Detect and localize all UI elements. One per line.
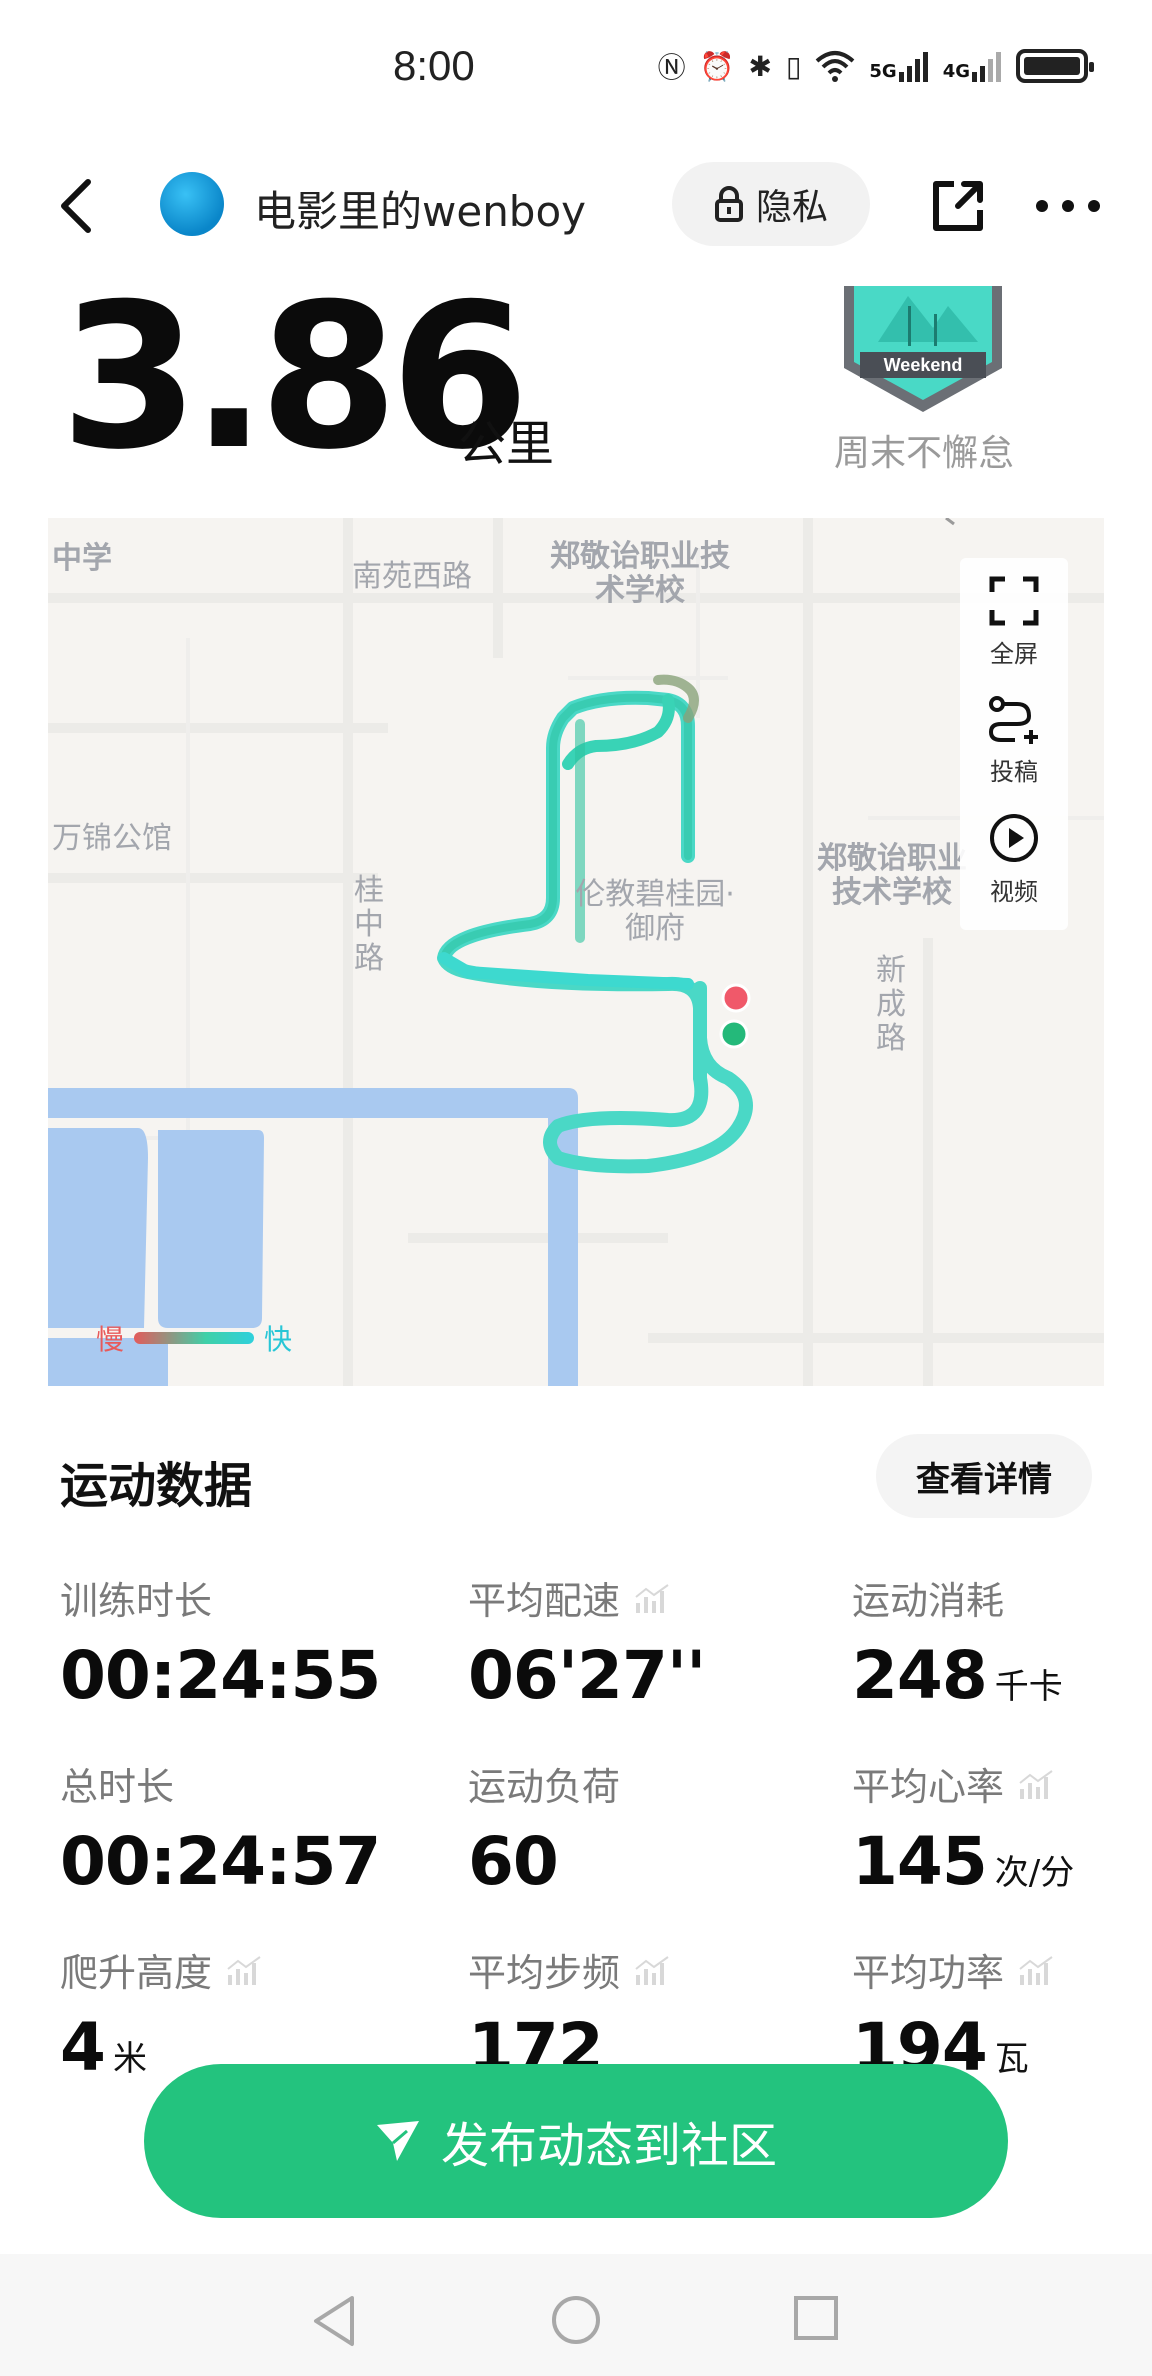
top-bar: 电影里的wenboy 隐私	[0, 150, 1152, 260]
stat-unit: 次/分	[994, 1853, 1075, 1893]
stat-label: 总时长	[60, 1765, 175, 1809]
back-triangle-icon[interactable]	[310, 2294, 360, 2348]
status-icons: Ⓝ ⏰ ✱ ▯ 5G 4G	[657, 46, 1094, 86]
map-label-wanjin: 万锦公馆	[52, 821, 172, 856]
fullscreen-button[interactable]: 全屏	[960, 576, 1068, 669]
stat-label: 运动负荷	[468, 1765, 621, 1809]
vibrate-icon: ▯	[785, 49, 802, 83]
stat-training-duration: 训练时长 00:24:55	[60, 1570, 381, 1714]
stat-label: 运动消耗	[852, 1579, 1005, 1623]
home-circle-icon[interactable]	[550, 2294, 602, 2346]
route-start-marker	[719, 1019, 749, 1049]
weekend-badge-icon[interactable]: Weekend	[838, 286, 1008, 416]
back-button[interactable]	[52, 176, 104, 236]
battery-icon	[1016, 49, 1094, 83]
map-controls: 全屏 投稿 视频	[960, 558, 1068, 930]
route-end-marker	[721, 983, 751, 1013]
send-icon	[376, 2121, 419, 2161]
video-label: 视频	[990, 878, 1038, 906]
legend-gradient-bar	[134, 1332, 255, 1344]
map-label-xincheng-road: 新成路	[876, 953, 906, 1056]
stat-unit: 千卡	[994, 1667, 1063, 1707]
recents-square-icon[interactable]	[792, 2294, 840, 2342]
stat-calories: 运动消耗 248 千卡	[852, 1570, 1063, 1714]
stat-value: 00:24:57	[60, 1823, 381, 1900]
cast-label: 投稿	[990, 758, 1038, 786]
map-background	[48, 518, 1104, 1386]
section-title: 运动数据	[60, 1458, 253, 1514]
stat-value: 145	[852, 1823, 988, 1900]
map-label-school-partial: 中学	[52, 541, 112, 576]
video-button[interactable]: 视频	[960, 812, 1068, 907]
privacy-label: 隐私	[755, 187, 828, 228]
privacy-button[interactable]: 隐私	[672, 162, 870, 246]
route-map[interactable]: 中学 南苑西路 郑敬诒职业技术学校 万锦公馆 桂中路 伦教碧桂园·御府 郑敬诒职…	[48, 518, 1104, 1386]
map-label-guizhong-road: 桂中路	[354, 873, 384, 976]
stat-value: 06'27''	[468, 1637, 706, 1714]
stat-label: 爬升高度	[60, 1951, 213, 1995]
stat-label: 平均功率	[852, 1951, 1005, 1995]
badge-text: Weekend	[884, 355, 963, 375]
fullscreen-label: 全屏	[990, 640, 1038, 668]
route-share-icon	[988, 696, 1038, 744]
cast-button[interactable]: 投稿	[960, 694, 1068, 787]
nfc-icon: Ⓝ	[657, 51, 686, 84]
view-details-button[interactable]: 查看详情	[876, 1434, 1092, 1518]
fullscreen-icon	[989, 576, 1039, 626]
play-icon	[990, 814, 1038, 862]
badge-caption: 周末不懈怠	[834, 433, 1015, 474]
stat-average-pace[interactable]: 平均配速 06'27''	[468, 1570, 706, 1714]
stat-training-load: 运动负荷 60	[468, 1756, 620, 1900]
map-label-school-north: 郑敬诒职业技术学校	[550, 539, 730, 608]
legend-fast: 快	[264, 1323, 293, 1356]
distance-unit: 公里	[458, 416, 555, 472]
trend-chart-icon	[1019, 1769, 1053, 1799]
stat-label: 平均心率	[852, 1765, 1005, 1809]
map-label-community: 伦教碧桂园·御府	[575, 877, 735, 946]
distance-value: 3.86	[60, 261, 529, 494]
stat-label: 平均步频	[468, 1951, 621, 1995]
more-icon[interactable]	[1036, 196, 1100, 216]
publish-label: 发布动态到社区	[440, 2120, 777, 2173]
map-label-school-east: 郑敬诒职业技术学校	[817, 841, 967, 910]
stat-value: 60	[468, 1823, 559, 1900]
system-nav-bar	[0, 2254, 1152, 2376]
publish-to-community-button[interactable]: 发布动态到社区	[144, 2064, 1008, 2218]
lock-icon	[714, 186, 743, 222]
legend-slow: 慢	[96, 1323, 125, 1356]
status-time: 8:00	[393, 42, 475, 89]
avatar[interactable]	[160, 172, 224, 236]
bluetooth-icon: ✱	[748, 49, 772, 83]
signal-5g-icon: 5G	[869, 50, 928, 82]
share-icon[interactable]	[928, 176, 988, 236]
stat-total-duration: 总时长 00:24:57	[60, 1756, 381, 1900]
username: 电影里的wenboy	[254, 187, 587, 236]
stat-value: 00:24:55	[60, 1637, 381, 1714]
wifi-icon	[816, 51, 855, 82]
trend-chart-icon	[1019, 1955, 1053, 1985]
stat-label: 训练时长	[60, 1579, 213, 1623]
pace-legend: 慢 快	[96, 1318, 292, 1358]
map-label-nanyuan-road: 南苑西路	[352, 559, 472, 594]
stat-value: 248	[852, 1637, 988, 1714]
status-bar: 8:00 Ⓝ ⏰ ✱ ▯ 5G 4G	[0, 0, 1152, 140]
signal-4g-icon: 4G	[943, 50, 1002, 82]
trend-chart-icon	[635, 1583, 669, 1613]
trend-chart-icon	[227, 1955, 261, 1985]
stat-average-heart-rate[interactable]: 平均心率 145 次/分	[852, 1756, 1074, 1900]
alarm-icon: ⏰	[699, 49, 735, 83]
trend-chart-icon	[635, 1955, 669, 1985]
stat-label: 平均配速	[468, 1579, 621, 1623]
